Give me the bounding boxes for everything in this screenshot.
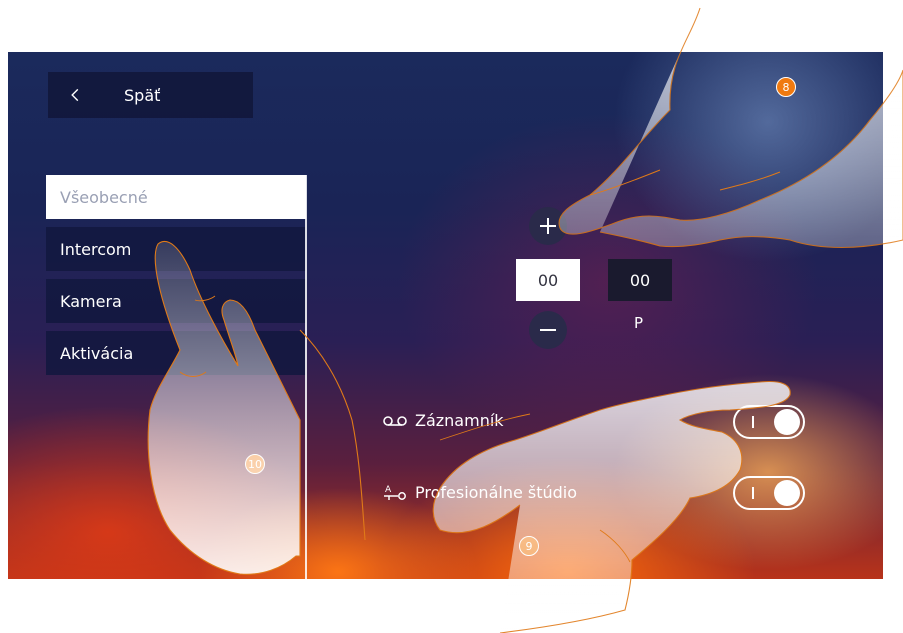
settings-menu: Všeobecné Intercom Kamera Aktivácia — [46, 175, 306, 383]
svg-text:A: A — [385, 485, 392, 495]
unit-label: P — [634, 314, 644, 332]
menu-item-label: Kamera — [60, 291, 122, 311]
panel-divider — [305, 175, 307, 579]
menu-item-label: Intercom — [60, 239, 132, 259]
professional-studio-toggle[interactable] — [733, 476, 805, 510]
back-label: Späť — [124, 85, 161, 105]
answering-machine-row: Záznamník — [383, 411, 504, 430]
increment-button[interactable] — [529, 207, 567, 245]
answering-machine-toggle[interactable] — [733, 405, 805, 439]
callout-9: 9 — [519, 536, 539, 556]
decrement-button[interactable] — [529, 311, 567, 349]
toggle-knob — [774, 480, 800, 506]
answering-machine-label: Záznamník — [415, 411, 504, 430]
voicemail-icon — [383, 415, 407, 426]
callout-10: 10 — [245, 454, 265, 474]
menu-item-intercom[interactable]: Intercom — [46, 227, 306, 271]
professional-studio-label: Profesionálne štúdio — [415, 483, 578, 502]
menu-item-vseobecne[interactable]: Všeobecné — [46, 175, 306, 219]
chevron-left-icon — [71, 88, 79, 102]
value-field-1[interactable]: 00 — [516, 259, 580, 301]
back-button[interactable]: Späť — [48, 72, 253, 118]
toggle-on-mark — [752, 487, 754, 499]
toggle-knob — [774, 409, 800, 435]
minus-icon — [540, 329, 556, 331]
menu-item-aktivacia[interactable]: Aktivácia — [46, 331, 306, 375]
device-screen: Späť Všeobecné Intercom Kamera Aktivácia… — [8, 52, 883, 579]
menu-item-label: Aktivácia — [60, 343, 134, 363]
menu-item-label: Všeobecné — [60, 187, 148, 207]
menu-item-kamera[interactable]: Kamera — [46, 279, 306, 323]
studio-key-icon: A — [384, 485, 406, 500]
value-field-2[interactable]: 00 — [608, 259, 672, 301]
toggle-on-mark — [752, 416, 754, 428]
plus-icon — [540, 218, 556, 234]
callout-8: 8 — [776, 77, 796, 97]
professional-studio-row: A Profesionálne štúdio — [383, 483, 577, 502]
